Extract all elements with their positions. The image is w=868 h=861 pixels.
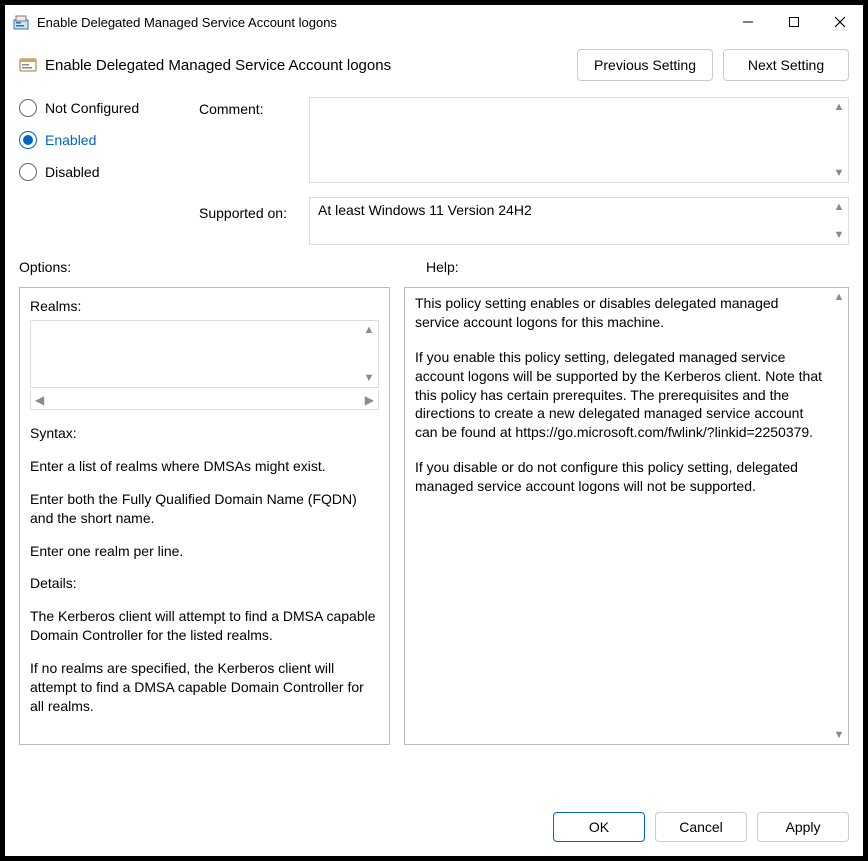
- help-text: This policy setting enables or disables …: [415, 294, 826, 332]
- title-bar: Enable Delegated Managed Service Account…: [5, 5, 863, 39]
- supported-on-value: At least Windows 11 Version 24H2: [318, 202, 532, 218]
- comment-field[interactable]: ▲ ▼: [309, 97, 849, 183]
- window-title: Enable Delegated Managed Service Account…: [37, 15, 725, 30]
- radio-label: Not Configured: [45, 100, 139, 116]
- syntax-heading: Syntax:: [30, 424, 379, 443]
- radio-icon: [19, 99, 37, 117]
- help-text: If you disable or do not configure this …: [415, 458, 826, 496]
- panes: Realms: ▲ ▼ ◀ ▶ Syntax: Enter a list of …: [5, 281, 863, 800]
- options-pane: Realms: ▲ ▼ ◀ ▶ Syntax: Enter a list of …: [19, 287, 390, 745]
- radio-enabled[interactable]: Enabled: [19, 131, 199, 149]
- details-text: The Kerberos client will attempt to find…: [30, 607, 379, 645]
- realms-label: Realms:: [30, 298, 379, 314]
- scroll-down-icon[interactable]: ▼: [832, 166, 846, 180]
- supported-on-field: At least Windows 11 Version 24H2 ▲ ▼: [309, 197, 849, 245]
- details-text: If no realms are specified, the Kerberos…: [30, 659, 379, 716]
- scroll-up-icon[interactable]: ▲: [362, 323, 376, 337]
- radio-disabled[interactable]: Disabled: [19, 163, 199, 181]
- scroll-up-icon[interactable]: ▲: [832, 100, 846, 114]
- syntax-text: Enter both the Fully Qualified Domain Na…: [30, 490, 379, 528]
- scroll-right-icon[interactable]: ▶: [365, 393, 374, 407]
- scroll-up-icon[interactable]: ▲: [832, 290, 846, 304]
- details-heading: Details:: [30, 574, 379, 593]
- syntax-text: Enter one realm per line.: [30, 542, 379, 561]
- scroll-down-icon[interactable]: ▼: [832, 728, 846, 742]
- gpedit-icon: [13, 14, 29, 30]
- realms-input[interactable]: ▲ ▼: [30, 320, 379, 388]
- help-heading: Help:: [402, 259, 849, 275]
- radio-not-configured[interactable]: Not Configured: [19, 99, 199, 117]
- setting-title: Enable Delegated Managed Service Account…: [45, 57, 567, 74]
- dialog-window: Enable Delegated Managed Service Account…: [4, 4, 864, 857]
- cancel-button[interactable]: Cancel: [655, 812, 747, 842]
- dialog-buttons: OK Cancel Apply: [5, 800, 863, 856]
- minimize-button[interactable]: [725, 5, 771, 39]
- radio-icon: [19, 163, 37, 181]
- panes-headings: Options: Help:: [5, 245, 863, 281]
- syntax-text: Enter a list of realms where DMSAs might…: [30, 457, 379, 476]
- radio-label: Enabled: [45, 132, 96, 148]
- options-heading: Options:: [19, 259, 402, 275]
- close-button[interactable]: [817, 5, 863, 39]
- scroll-down-icon[interactable]: ▼: [362, 371, 376, 385]
- maximize-button[interactable]: [771, 5, 817, 39]
- ok-button[interactable]: OK: [553, 812, 645, 842]
- policy-setting-icon: [19, 56, 37, 74]
- supported-on-label: Supported on:: [199, 197, 309, 221]
- realms-horizontal-scroll[interactable]: ◀ ▶: [30, 390, 379, 410]
- header-row: Enable Delegated Managed Service Account…: [5, 39, 863, 93]
- scroll-left-icon[interactable]: ◀: [35, 393, 44, 407]
- help-text: If you enable this policy setting, deleg…: [415, 348, 826, 442]
- radio-label: Disabled: [45, 164, 99, 180]
- apply-button[interactable]: Apply: [757, 812, 849, 842]
- scroll-down-icon[interactable]: ▼: [832, 228, 846, 242]
- radio-icon: [19, 131, 37, 149]
- state-radio-group: Not Configured Enabled Disabled: [19, 97, 199, 195]
- next-setting-button[interactable]: Next Setting: [723, 49, 849, 81]
- comment-label: Comment:: [199, 97, 309, 117]
- help-pane: This policy setting enables or disables …: [404, 287, 849, 745]
- state-section: Not Configured Enabled Disabled Comment:…: [5, 93, 863, 245]
- previous-setting-button[interactable]: Previous Setting: [577, 49, 713, 81]
- scroll-up-icon[interactable]: ▲: [832, 200, 846, 214]
